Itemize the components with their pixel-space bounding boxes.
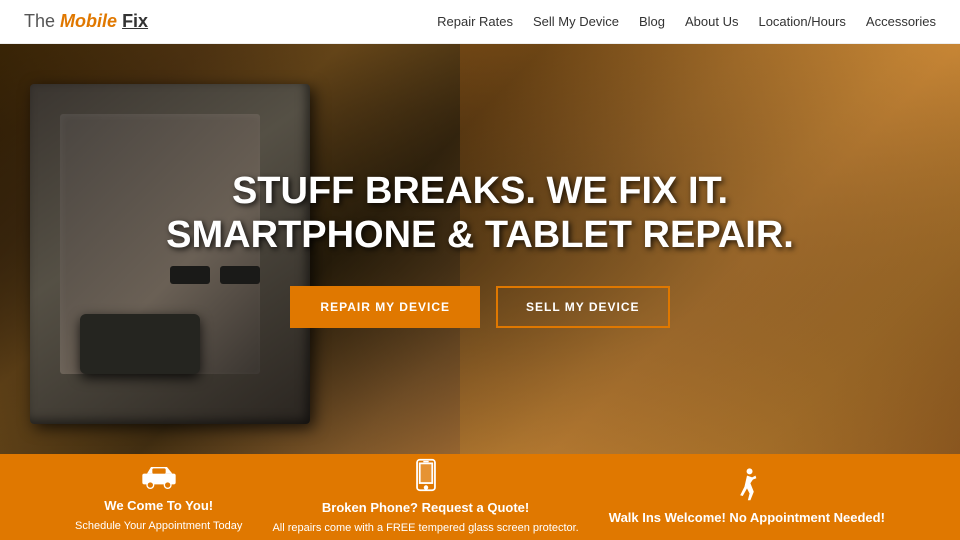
nav-sell-device[interactable]: Sell My Device <box>533 14 619 29</box>
hero-title-line1: STUFF BREAKS. WE FIX IT. <box>232 170 728 212</box>
main-nav: Repair Rates Sell My Device Blog About U… <box>437 14 936 29</box>
repair-device-button[interactable]: REPAIR MY DEVICE <box>290 286 480 328</box>
phone-icon <box>414 458 438 492</box>
hero-title-line2: SMARTPHONE & TABLET REPAIR. <box>166 214 794 256</box>
logo-fix: Fix <box>122 11 148 31</box>
header: The Mobile Fix Repair Rates Sell My Devi… <box>0 0 960 44</box>
nav-repair-rates[interactable]: Repair Rates <box>437 14 513 29</box>
hero-buttons: REPAIR MY DEVICE SELL MY DEVICE <box>166 286 794 328</box>
walk-label-bold: Walk Ins Welcome! No Appointment Needed! <box>609 510 885 527</box>
hero-title: STUFF BREAKS. WE FIX IT. SMARTPHONE & TA… <box>166 170 794 257</box>
car-label-normal: Schedule Your Appointment Today <box>75 519 242 533</box>
nav-about-us[interactable]: About Us <box>685 14 738 29</box>
bottom-item-phone[interactable]: Broken Phone? Request a Quote! All repai… <box>272 458 578 535</box>
logo: The Mobile Fix <box>24 11 148 32</box>
logo-mobile: Mobile <box>60 11 117 31</box>
bottom-item-walk[interactable]: Walk Ins Welcome! No Appointment Needed! <box>609 468 885 527</box>
sell-device-button[interactable]: SELL MY DEVICE <box>496 286 670 328</box>
bottom-bar: We Come To You! Schedule Your Appointmen… <box>0 454 960 540</box>
logo-the: The <box>24 11 55 31</box>
phone-label-normal: All repairs come with a FREE tempered gl… <box>272 521 578 535</box>
hero-content: STUFF BREAKS. WE FIX IT. SMARTPHONE & TA… <box>166 170 794 327</box>
nav-location-hours[interactable]: Location/Hours <box>758 14 845 29</box>
nav-blog[interactable]: Blog <box>639 14 665 29</box>
hero-section: STUFF BREAKS. WE FIX IT. SMARTPHONE & TA… <box>0 44 960 454</box>
phone-label-bold: Broken Phone? Request a Quote! <box>322 500 529 517</box>
walk-icon <box>733 468 761 502</box>
bottom-item-car[interactable]: We Come To You! Schedule Your Appointmen… <box>75 460 242 533</box>
car-label-bold: We Come To You! <box>104 498 213 515</box>
nav-accessories[interactable]: Accessories <box>866 14 936 29</box>
car-icon <box>139 460 179 490</box>
